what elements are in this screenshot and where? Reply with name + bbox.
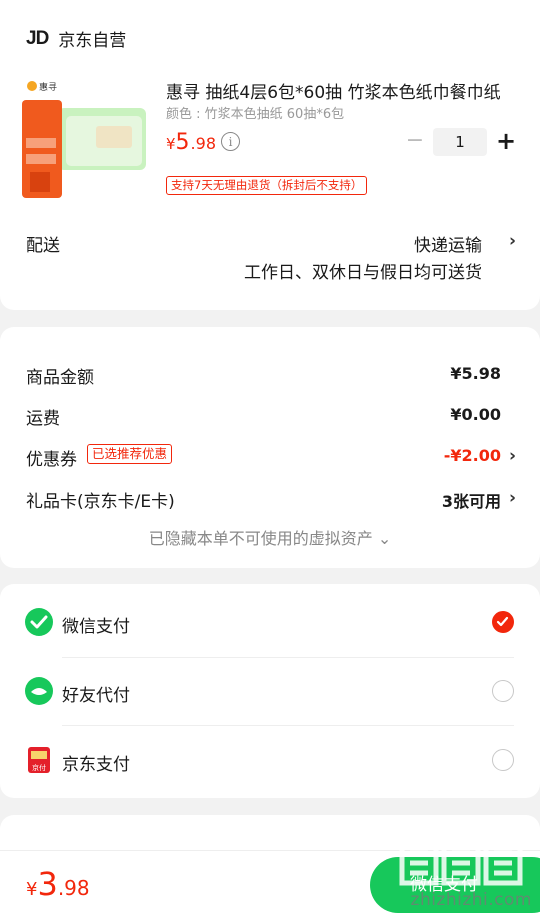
giftcard-chevron-icon[interactable]: › [509, 488, 516, 508]
total-price: ¥ 3 .98 [26, 865, 90, 903]
jd-logo: JD [26, 27, 49, 49]
quantity-increase-button[interactable]: + [494, 127, 518, 155]
quantity-input[interactable]: 1 [433, 128, 487, 156]
price-decimal: .98 [190, 134, 216, 153]
check-icon [496, 616, 509, 627]
product-price: ¥ 5 .98 [166, 130, 216, 155]
shipping-value: ¥0.00 [450, 405, 501, 424]
total-decimal: .98 [57, 876, 90, 900]
goods-amount-label: 商品金额 [26, 368, 94, 388]
coupon-chevron-icon[interactable]: › [509, 446, 516, 466]
coupon-value[interactable]: -¥2.00 [444, 446, 501, 465]
product-spec[interactable]: 颜色 : 竹浆本色抽纸 60抽*6包 [166, 103, 344, 122]
order-card: JD 京东自营 惠寻 惠寻 抽纸4层6包*60抽 竹浆本色纸巾餐巾纸 颜色 : … [0, 0, 540, 310]
goods-amount-value: ¥5.98 [450, 364, 501, 383]
price-integer: 5 [175, 130, 190, 155]
giftcard-label[interactable]: 礼品卡(京东卡/E卡) [26, 487, 175, 512]
jd-pay-icon-text: 京付 [32, 763, 46, 772]
payment-radio-wechat[interactable] [492, 611, 514, 633]
shipping-label: 运费 [26, 409, 60, 429]
total-currency: ¥ [26, 879, 38, 900]
total-integer: 3 [37, 865, 58, 903]
payment-label-wechat: 微信支付 [62, 617, 130, 637]
watermark-text: zhizhizhi.com [410, 890, 532, 910]
payment-card: 微信支付 好友代付 京付 京东支付 [0, 584, 540, 798]
amount-card: 商品金额 ¥5.98 运费 ¥0.00 优惠券 已选推荐优惠 -¥2.00 › … [0, 327, 540, 568]
payment-option-wechat[interactable]: 微信支付 [0, 588, 540, 656]
product-thumb-brand: 惠寻 [39, 81, 57, 93]
store-header: JD 京东自营 [26, 26, 127, 52]
delivery-chevron-icon[interactable]: › [509, 231, 516, 251]
wechat-pay-icon [25, 608, 53, 636]
store-name: 京东自营 [58, 31, 127, 51]
delivery-label: 配送 [26, 236, 60, 256]
payment-label-friend: 好友代付 [62, 686, 130, 706]
payment-radio-friend[interactable] [492, 680, 514, 702]
payment-option-jd[interactable]: 京付 京东支付 [0, 726, 540, 794]
price-currency: ¥ [166, 135, 176, 153]
hidden-assets-toggle[interactable]: 已隐藏本单不可使用的虚拟资产 ⌄ [0, 525, 540, 549]
payment-radio-jd[interactable] [492, 749, 514, 771]
giftcard-value[interactable]: 3张可用 [442, 488, 501, 512]
delivery-method[interactable]: 快递运输 [414, 231, 482, 256]
coupon-label[interactable]: 优惠券 [26, 445, 77, 470]
info-icon[interactable]: i [221, 132, 240, 151]
return-policy-badge: 支持7天无理由退货（拆封后不支持） [166, 176, 368, 195]
product-title[interactable]: 惠寻 抽纸4层6包*60抽 竹浆本色纸巾餐巾纸 [166, 78, 511, 103]
jd-pay-icon: 京付 [28, 747, 50, 773]
payment-option-friend[interactable]: 好友代付 [0, 657, 540, 725]
payment-label-jd: 京东支付 [62, 755, 130, 775]
delivery-time-note[interactable]: 工作日、双休日与假日均可送货 [244, 258, 482, 283]
quantity-decrease-button[interactable]: − [404, 129, 426, 155]
product-image[interactable]: 惠寻 [22, 78, 150, 198]
coupon-recommended-badge: 已选推荐优惠 [87, 444, 173, 464]
friend-pay-icon [25, 677, 53, 705]
